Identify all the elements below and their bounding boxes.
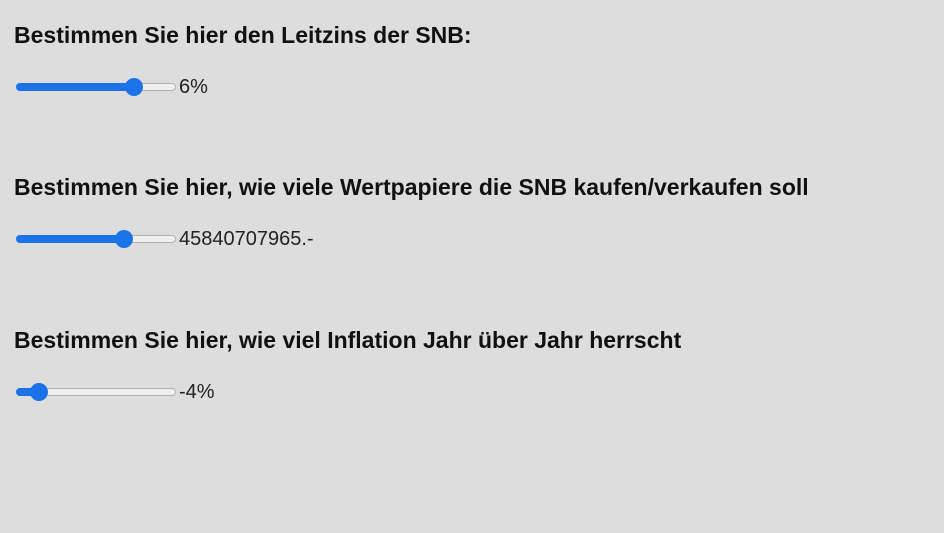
slider-thumb[interactable] — [30, 383, 49, 401]
wertpapiere-heading: Bestimmen Sie hier, wie viele Wertpapier… — [14, 174, 809, 200]
slider-fill — [16, 235, 125, 243]
leitzins-value: 6% — [179, 76, 208, 98]
inflation-heading: Bestimmen Sie hier, wie viel Inflation J… — [14, 327, 682, 353]
inflation-value: -4% — [179, 381, 215, 403]
wertpapiere-value: 45840707965.- — [179, 228, 314, 250]
wertpapiere-slider[interactable] — [14, 230, 176, 248]
leitzins-heading: Bestimmen Sie hier den Leitzins der SNB: — [14, 22, 472, 48]
slider-thumb[interactable] — [115, 230, 134, 248]
inflation-section: Bestimmen Sie hier, wie viel Inflation J… — [14, 327, 934, 405]
wertpapiere-row: 45840707965.- — [14, 226, 934, 252]
slider-fill — [16, 83, 135, 91]
leitzins-row: 6% — [14, 74, 934, 100]
wertpapiere-section: Bestimmen Sie hier, wie viele Wertpapier… — [14, 174, 934, 252]
slider-thumb[interactable] — [125, 78, 144, 96]
inflation-slider[interactable] — [14, 383, 176, 401]
leitzins-section: Bestimmen Sie hier den Leitzins der SNB:… — [14, 22, 934, 100]
leitzins-slider[interactable] — [14, 78, 176, 96]
inflation-row: -4% — [14, 379, 934, 405]
